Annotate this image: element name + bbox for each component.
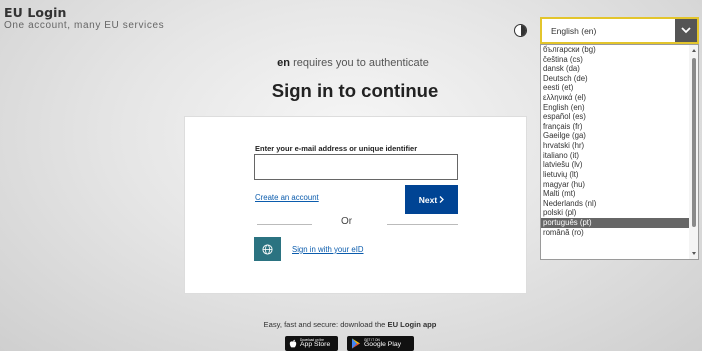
language-option[interactable]: български (bg) (541, 45, 698, 55)
chevron-right-icon (439, 196, 445, 203)
language-dropdown-list[interactable]: български (bg) čeština (cs) dansk (da) Deut… (540, 44, 699, 260)
language-option[interactable]: lietuvių (lt) (541, 170, 698, 180)
google-play-badge[interactable]: GET IT ON Google Play (347, 336, 414, 351)
brand-subtitle: One account, many EU services (4, 20, 165, 31)
language-option[interactable]: română (ro) (541, 228, 698, 238)
login-card: Enter your e-mail address or unique iden… (184, 116, 527, 294)
chevron-down-icon[interactable] (675, 19, 697, 42)
language-option[interactable]: ελληνικά (el) (541, 93, 698, 103)
language-option[interactable]: italiano (it) (541, 151, 698, 161)
app-store-badge[interactable]: Download on the App Store (285, 336, 338, 351)
language-select[interactable]: English (en) (540, 17, 699, 44)
language-option[interactable]: español (es) (541, 112, 698, 122)
brand-title: EU Login (4, 5, 67, 20)
contrast-toggle-icon[interactable] (514, 24, 527, 37)
scroll-up-icon[interactable] (692, 49, 696, 52)
next-button[interactable]: Next (405, 185, 458, 214)
scroll-down-icon[interactable] (692, 252, 696, 255)
app-store-label: App Store (300, 340, 331, 348)
language-selected-value: English (en) (551, 26, 597, 36)
divider-line-right (387, 224, 458, 225)
next-button-label: Next (418, 194, 438, 205)
or-label: Or (341, 216, 353, 227)
language-option[interactable]: magyar (hu) (541, 180, 698, 190)
dropdown-scrollbar[interactable] (689, 45, 698, 259)
scroll-thumb[interactable] (692, 58, 696, 227)
language-option[interactable]: Malti (mt) (541, 189, 698, 199)
requester-name: en (277, 57, 290, 69)
identifier-label: Enter your e-mail address or unique iden… (255, 144, 418, 153)
language-option[interactable]: latviešu (lv) (541, 160, 698, 170)
requires-text: requires you to authenticate (293, 57, 429, 69)
language-option[interactable]: Gaeilge (ga) (541, 131, 698, 141)
language-option[interactable]: Nederlands (nl) (541, 199, 698, 209)
identifier-input[interactable] (254, 154, 458, 180)
app-download-prefix: Easy, fast and secure: download the (263, 320, 386, 329)
app-name: EU Login app (387, 320, 437, 329)
language-option[interactable]: polski (pl) (541, 208, 698, 218)
divider-line-left (257, 224, 312, 225)
page-title: Sign in to continue (271, 80, 439, 101)
google-play-label: Google Play (364, 340, 402, 348)
language-option[interactable]: čeština (cs) (541, 55, 698, 65)
language-option[interactable]: English (en) (541, 103, 698, 113)
apple-icon (289, 339, 297, 348)
or-divider: Or (255, 216, 458, 230)
language-option[interactable]: eesti (et) (541, 83, 698, 93)
language-option[interactable]: português (pt) (541, 217, 698, 228)
create-account-link[interactable]: Create an account (255, 193, 319, 202)
language-option[interactable]: français (fr) (541, 122, 698, 132)
auth-requirement: en requires you to authenticate (244, 57, 462, 69)
sign-in-eid-link[interactable]: Sign in with your eID (292, 245, 364, 254)
language-option[interactable]: Deutsch (de) (541, 74, 698, 84)
language-option[interactable]: dansk (da) (541, 64, 698, 74)
eid-button[interactable] (254, 237, 281, 261)
app-download-text: Easy, fast and secure: download the EU L… (200, 320, 500, 329)
language-option[interactable]: hrvatski (hr) (541, 141, 698, 151)
play-icon (352, 338, 360, 349)
globe-icon (262, 243, 273, 255)
brand: EU Login One account, many EU services (4, 5, 164, 31)
